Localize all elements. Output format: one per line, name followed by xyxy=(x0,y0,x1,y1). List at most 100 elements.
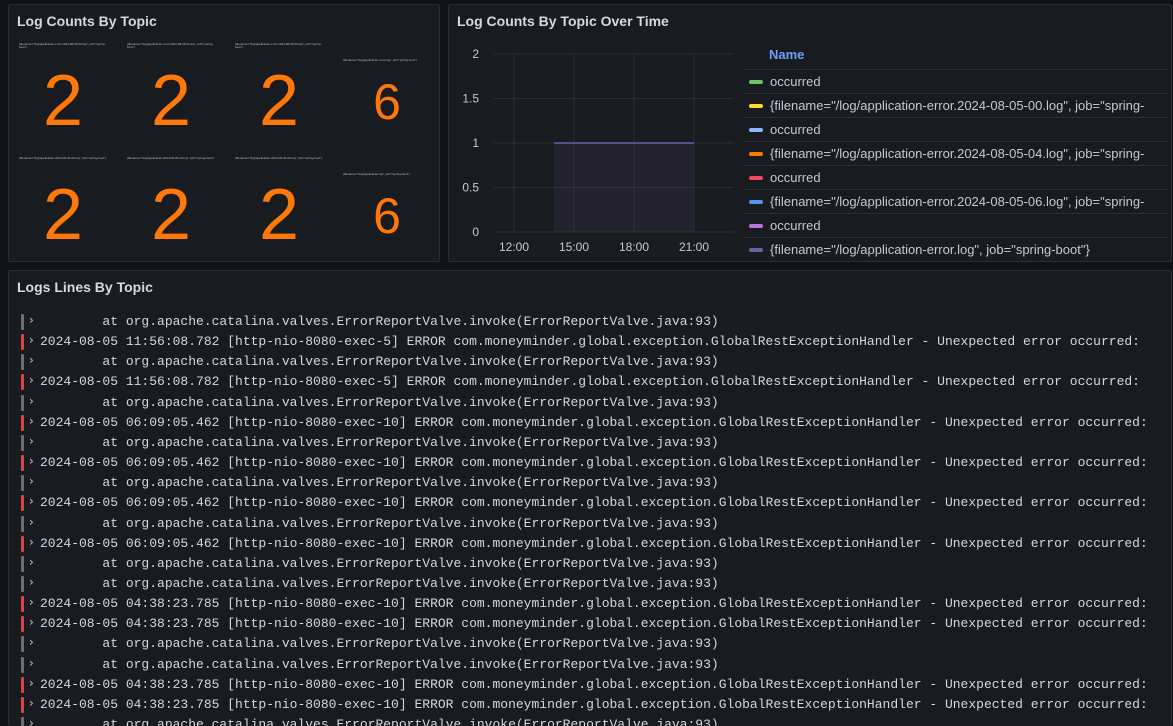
stat-cell[interactable]: {filename="/log/application-error.log", … xyxy=(333,43,439,147)
log-level-indicator xyxy=(21,334,24,351)
log-row[interactable]: › 2024-08-05 04:38:23.785 [http-nio-8080-… xyxy=(21,594,1171,614)
log-row[interactable]: › at org.apache.catalina.valves.ErrorRep… xyxy=(21,634,1171,654)
stat-panel-title[interactable]: Log Counts By Topic xyxy=(17,13,157,29)
chevron-right-icon[interactable]: › xyxy=(29,333,34,347)
log-row[interactable]: › at org.apache.catalina.valves.ErrorRep… xyxy=(21,433,1171,453)
chevron-right-icon[interactable]: › xyxy=(29,434,34,448)
chevron-right-icon[interactable]: › xyxy=(29,555,34,569)
legend-header-name[interactable]: Name xyxy=(769,47,804,62)
chevron-right-icon[interactable]: › xyxy=(29,454,34,468)
y-tick-label: 0 xyxy=(472,225,479,239)
legend-swatch xyxy=(749,80,763,84)
log-line-text: 2024-08-05 06:09:05.462 [http-nio-8080-e… xyxy=(40,495,1148,511)
legend-item[interactable]: {filename="/log/application-error.log", … xyxy=(743,237,1168,261)
log-row[interactable]: › 2024-08-05 11:56:08.782 [http-nio-8080-… xyxy=(21,332,1171,352)
log-level-indicator xyxy=(21,475,24,492)
chevron-right-icon[interactable]: › xyxy=(29,595,34,609)
chevron-right-icon[interactable]: › xyxy=(29,414,34,428)
stat-cell[interactable]: {filename="/log/application-error.2024-0… xyxy=(225,43,333,147)
chevron-right-icon[interactable]: › xyxy=(29,353,34,367)
log-line-text: 2024-08-05 11:56:08.782 [http-nio-8080-e… xyxy=(40,334,1140,350)
stat-value: 2 xyxy=(258,175,300,255)
y-tick-label: 0.5 xyxy=(462,181,479,195)
stat-cell[interactable]: {filename="/log/application.2024-08-05-0… xyxy=(9,157,117,261)
log-line-text: at org.apache.catalina.valves.ErrorRepor… xyxy=(40,717,719,726)
stat-value: 2 xyxy=(42,61,84,141)
log-row[interactable]: › at org.apache.catalina.valves.ErrorRep… xyxy=(21,393,1171,413)
log-row[interactable]: › 2024-08-05 11:56:08.782 [http-nio-8080-… xyxy=(21,372,1171,392)
timeseries-panel-title[interactable]: Log Counts By Topic Over Time xyxy=(457,13,669,29)
log-level-indicator xyxy=(21,616,24,633)
chevron-right-icon[interactable]: › xyxy=(29,515,34,529)
stat-panel: Log Counts By Topic {filename="/log/appl… xyxy=(8,4,440,262)
log-row[interactable]: › 2024-08-05 06:09:05.462 [http-nio-8080-… xyxy=(21,493,1171,513)
legend-item[interactable]: occurred xyxy=(743,117,1168,141)
log-row[interactable]: › at org.apache.catalina.valves.ErrorRep… xyxy=(21,312,1171,332)
chevron-right-icon[interactable]: › xyxy=(29,676,34,690)
log-line-text: at org.apache.catalina.valves.ErrorRepor… xyxy=(40,636,719,652)
y-tick-label: 1.5 xyxy=(462,92,479,106)
chevron-right-icon[interactable]: › xyxy=(29,394,34,408)
log-line-text: at org.apache.catalina.valves.ErrorRepor… xyxy=(40,354,719,370)
chevron-right-icon[interactable]: › xyxy=(29,716,34,726)
legend-item[interactable]: {filename="/log/application-error.2024-0… xyxy=(743,189,1168,213)
log-row[interactable]: › 2024-08-05 04:38:23.785 [http-nio-8080-… xyxy=(21,614,1171,634)
stat-cell[interactable]: {filename="/log/application.log", job="s… xyxy=(333,157,439,261)
chevron-right-icon[interactable]: › xyxy=(29,494,34,508)
log-row[interactable]: › 2024-08-05 06:09:05.462 [http-nio-8080-… xyxy=(21,413,1171,433)
log-level-indicator xyxy=(21,555,24,572)
legend-swatch xyxy=(749,104,763,108)
stat-value: 2 xyxy=(258,61,300,141)
stat-label: {filename="/log/application-error.2024-0… xyxy=(19,43,106,49)
log-row[interactable]: › at org.apache.catalina.valves.ErrorRep… xyxy=(21,715,1171,726)
log-row[interactable]: › 2024-08-05 06:09:05.462 [http-nio-8080-… xyxy=(21,534,1171,554)
log-level-indicator xyxy=(21,717,24,726)
chevron-right-icon[interactable]: › xyxy=(29,615,34,629)
stat-value: 2 xyxy=(42,175,84,255)
chevron-right-icon[interactable]: › xyxy=(29,656,34,670)
timeseries-panel: Log Counts By Topic Over Time 0 0.5 1 1.5 2 1… xyxy=(448,4,1172,262)
log-row[interactable]: › at org.apache.catalina.valves.ErrorRep… xyxy=(21,473,1171,493)
log-level-indicator xyxy=(21,434,24,451)
chevron-right-icon[interactable]: › xyxy=(29,535,34,549)
log-level-indicator xyxy=(21,696,24,713)
x-tick-label: 12:00 xyxy=(499,240,529,254)
log-row[interactable]: › at org.apache.catalina.valves.ErrorRep… xyxy=(21,554,1171,574)
stat-value: 2 xyxy=(150,175,192,255)
legend-item[interactable]: occurred xyxy=(743,165,1168,189)
log-row[interactable]: › 2024-08-05 04:38:23.785 [http-nio-8080-… xyxy=(21,695,1171,715)
log-row[interactable]: › at org.apache.catalina.valves.ErrorRep… xyxy=(21,655,1171,675)
log-level-indicator xyxy=(21,535,24,552)
stat-label: {filename="/log/application.log", job="s… xyxy=(343,173,410,176)
legend-item[interactable]: occurred xyxy=(743,213,1168,237)
stat-cell[interactable]: {filename="/log/application.2024-08-05-0… xyxy=(225,157,333,261)
chevron-right-icon[interactable]: › xyxy=(29,474,34,488)
log-row[interactable]: › at org.apache.catalina.valves.ErrorRep… xyxy=(21,352,1171,372)
log-level-indicator xyxy=(21,455,24,472)
log-line-text: 2024-08-05 04:38:23.785 [http-nio-8080-e… xyxy=(40,596,1148,612)
chevron-right-icon[interactable]: › xyxy=(29,373,34,387)
log-row[interactable]: › at org.apache.catalina.valves.ErrorRep… xyxy=(21,574,1171,594)
legend-item[interactable]: occurred xyxy=(743,69,1168,93)
stat-cell[interactable]: {filename="/log/application.2024-08-05-0… xyxy=(117,157,225,261)
log-row[interactable]: › 2024-08-05 06:09:05.462 [http-nio-8080-… xyxy=(21,453,1171,473)
log-line-text: 2024-08-05 04:38:23.785 [http-nio-8080-e… xyxy=(40,616,1148,632)
chevron-right-icon[interactable]: › xyxy=(29,575,34,589)
stat-cell[interactable]: {filename="/log/application-error.2024-0… xyxy=(9,43,117,147)
log-row[interactable]: › at org.apache.catalina.valves.ErrorRep… xyxy=(21,514,1171,534)
legend-item[interactable]: {filename="/log/application-error.2024-0… xyxy=(743,141,1168,165)
legend-label: occurred xyxy=(770,170,821,185)
chevron-right-icon[interactable]: › xyxy=(29,313,34,327)
log-line-text: at org.apache.catalina.valves.ErrorRepor… xyxy=(40,656,719,672)
chevron-right-icon[interactable]: › xyxy=(29,696,34,710)
timeseries-chart[interactable]: 0 0.5 1 1.5 2 12:00 15:00 18:00 21:00 xyxy=(449,33,739,262)
legend-label: occurred xyxy=(770,218,821,233)
log-line-text: at org.apache.catalina.valves.ErrorRepor… xyxy=(40,394,719,410)
logs-panel-title[interactable]: Logs Lines By Topic xyxy=(17,279,153,295)
legend-swatch xyxy=(749,248,763,252)
stat-cell[interactable]: {filename="/log/application-error.2024-0… xyxy=(117,43,225,147)
stat-label: {filename="/log/application.2024-08-05-0… xyxy=(127,157,215,160)
log-row[interactable]: › 2024-08-05 04:38:23.785 [http-nio-8080-… xyxy=(21,675,1171,695)
legend-item[interactable]: {filename="/log/application-error.2024-0… xyxy=(743,93,1168,117)
chevron-right-icon[interactable]: › xyxy=(29,635,34,649)
